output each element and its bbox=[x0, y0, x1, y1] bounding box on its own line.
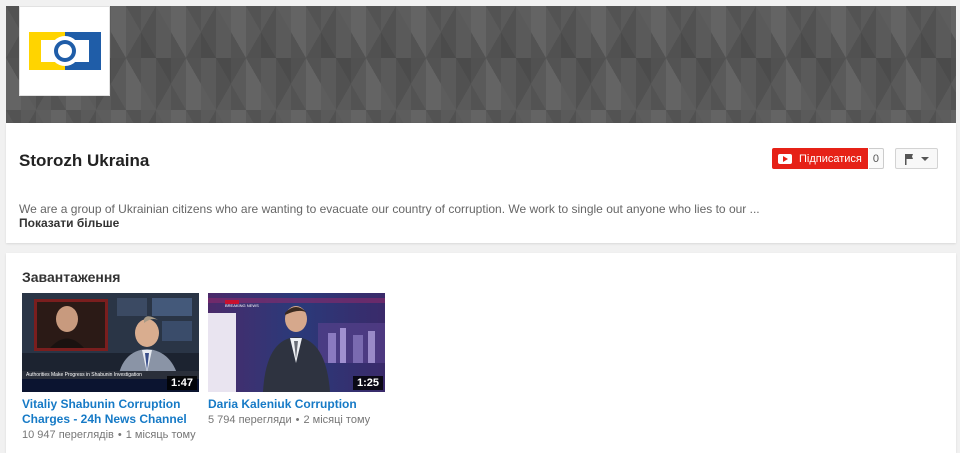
youtube-play-icon bbox=[778, 153, 792, 164]
subscriber-count: 0 bbox=[868, 148, 885, 169]
channel-title[interactable]: Storozh Ukraina bbox=[19, 151, 149, 171]
video-thumbnail[interactable]: Authorities Make Progress in Shabunin In… bbox=[22, 293, 199, 392]
video-title-link[interactable]: Daria Kaleniuk Corruption bbox=[208, 397, 385, 412]
video-item: BREAKING NEWS 1:25 Daria Kaleniuk Corrup… bbox=[208, 293, 385, 426]
breaking-news-text: BREAKING NEWS bbox=[225, 303, 259, 308]
channel-description: We are a group of Ukrainian citizens who… bbox=[19, 202, 760, 216]
video-duration: 1:25 bbox=[352, 376, 383, 390]
video-item: Authorities Make Progress in Shabunin In… bbox=[22, 293, 199, 441]
view-count: 5 794 перегляди bbox=[208, 414, 292, 426]
video-title-link[interactable]: Vitaliy Shabunin Corruption Charges - 24… bbox=[22, 397, 199, 427]
video-duration: 1:47 bbox=[166, 376, 197, 390]
news-ticker-text: Authorities Make Progress in Shabunin In… bbox=[26, 372, 142, 378]
eye-logo-icon bbox=[28, 32, 101, 70]
video-meta: 10 947 переглядів • 1 місяць тому bbox=[22, 429, 199, 441]
flag-icon bbox=[905, 153, 913, 165]
upload-age: 2 місяці тому bbox=[303, 414, 371, 426]
channel-header: Storozh Ukraina Підписатися 0 We are a g… bbox=[6, 123, 956, 243]
subscribe-group: Підписатися 0 bbox=[772, 148, 885, 169]
view-count: 10 947 переглядів bbox=[22, 429, 114, 441]
report-flag-button[interactable] bbox=[895, 148, 938, 169]
uploads-section: Завантаження Authorities Make Progress i… bbox=[6, 253, 956, 453]
separator-dot: • bbox=[117, 429, 122, 441]
channel-banner bbox=[6, 6, 956, 123]
video-thumbnail[interactable]: BREAKING NEWS 1:25 bbox=[208, 293, 385, 392]
section-title[interactable]: Завантаження bbox=[22, 269, 120, 285]
show-more-link[interactable]: Показати більше bbox=[19, 216, 119, 230]
separator-dot: • bbox=[295, 414, 300, 426]
subscribe-label: Підписатися bbox=[799, 152, 862, 165]
channel-avatar[interactable] bbox=[19, 6, 110, 96]
chevron-down-icon bbox=[921, 156, 929, 161]
upload-age: 1 місяць тому bbox=[125, 429, 196, 441]
subscribe-button[interactable]: Підписатися bbox=[772, 148, 868, 169]
video-meta: 5 794 перегляди • 2 місяці тому bbox=[208, 414, 385, 426]
